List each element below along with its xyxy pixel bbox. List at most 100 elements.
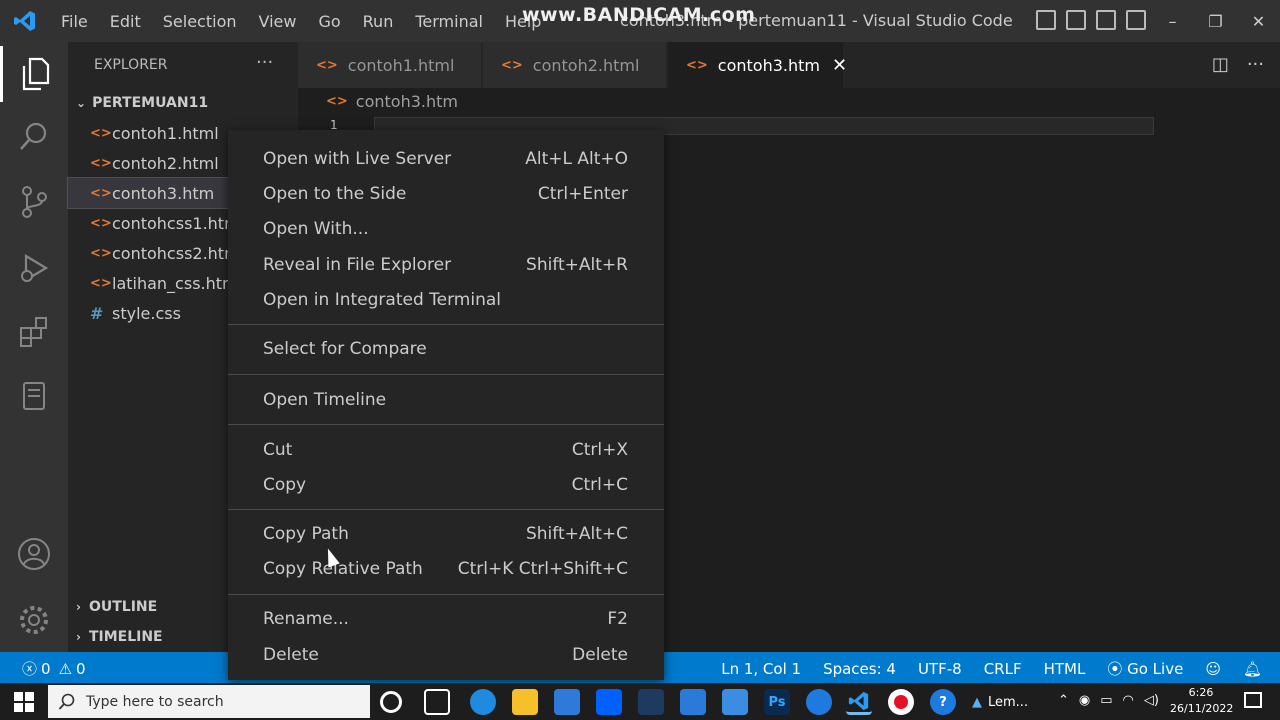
html-file-icon: <> <box>686 57 708 73</box>
menu-selection[interactable]: Selection <box>152 12 248 31</box>
timeline-section[interactable]: › TIMELINE <box>76 622 163 652</box>
photoshop-icon[interactable]: Ps <box>764 689 790 715</box>
menu-delete[interactable]: Delete Delete <box>228 637 664 672</box>
volume-icon[interactable]: ◁) <box>1144 693 1159 708</box>
help-icon[interactable]: ? <box>930 689 956 715</box>
file-label: contoh2.html <box>112 153 219 173</box>
restore-button[interactable]: ❐ <box>1194 0 1237 42</box>
breadcrumb[interactable]: <> contoh3.htm <box>326 92 458 111</box>
battery-icon[interactable]: ▭ <box>1100 693 1112 708</box>
menu-terminal[interactable]: Terminal <box>404 12 494 31</box>
menu-open-terminal[interactable]: Open in Integrated Terminal <box>228 282 664 317</box>
language-mode[interactable]: HTML <box>1044 660 1086 678</box>
bandicam-record-icon[interactable] <box>888 689 914 715</box>
menu-edit[interactable]: Edit <box>99 12 152 31</box>
html-file-icon: <> <box>316 57 338 73</box>
end-of-line[interactable]: CRLF <box>984 660 1022 678</box>
menu-select-compare[interactable]: Select for Compare <box>228 331 664 366</box>
bell-icon[interactable]: 🔔︎ <box>1243 660 1262 678</box>
menu-copy-path[interactable]: Copy Path Shift+Alt+C <box>228 516 664 551</box>
menu-open-timeline[interactable]: Open Timeline <box>228 382 664 417</box>
app-icon[interactable] <box>638 689 664 715</box>
menu-separator <box>228 324 664 325</box>
menu-item-label: Copy Relative Path <box>263 558 423 579</box>
accounts-icon[interactable] <box>0 526 68 582</box>
file-label: contoh1.html <box>112 123 219 143</box>
folder-label: PERTEMUAN11 <box>92 95 209 111</box>
tab-contoh2[interactable]: <> contoh2.html <box>483 42 667 88</box>
chevron-right-icon: › <box>76 630 81 644</box>
taskbar-search[interactable]: Type here to search <box>48 685 370 718</box>
split-editor-icon[interactable]: ◫ <box>1212 54 1229 75</box>
lem-app-label: Lem... <box>988 694 1029 710</box>
menu-open-with[interactable]: Open With... <box>228 211 664 246</box>
app-icon[interactable] <box>806 689 832 715</box>
app-icon[interactable] <box>722 689 748 715</box>
menu-rename[interactable]: Rename... F2 <box>228 601 664 636</box>
tab-label: contoh2.html <box>532 55 640 75</box>
customize-layout-icon[interactable] <box>1126 10 1146 30</box>
feedback-icon[interactable]: ☺ <box>1205 660 1221 678</box>
source-control-icon[interactable] <box>0 174 68 230</box>
close-tab-icon[interactable]: ✕ <box>832 55 847 76</box>
activity-bar <box>0 42 68 652</box>
menu-item-label: Cut <box>263 439 293 460</box>
dropbox-icon[interactable] <box>596 689 622 715</box>
more-actions-icon[interactable]: ··· <box>256 52 273 73</box>
encoding[interactable]: UTF-8 <box>918 660 962 678</box>
folder-pertemuan11[interactable]: ⌄ PERTEMUAN11 <box>68 88 298 118</box>
cursor-position[interactable]: Ln 1, Col 1 <box>721 660 801 678</box>
menu-copy-relative-path[interactable]: Copy Relative Path Ctrl+K Ctrl+Shift+C <box>228 551 664 586</box>
file-label: contohcss1.html <box>112 213 245 233</box>
search-icon[interactable] <box>0 108 68 164</box>
taskbar-clock[interactable]: 6:26 26/11/2022 <box>1170 685 1233 717</box>
chevron-up-icon[interactable]: ⌃ <box>1058 693 1069 708</box>
html-file-icon: <> <box>90 125 112 141</box>
notification-icon[interactable] <box>1244 692 1262 708</box>
menu-run[interactable]: Run <box>352 12 405 31</box>
menu-view[interactable]: View <box>248 12 308 31</box>
mail-icon[interactable] <box>680 689 706 715</box>
vscode-taskbar-icon[interactable] <box>846 689 872 715</box>
indentation[interactable]: Spaces: 4 <box>823 660 896 678</box>
lem-app-button[interactable]: ▲ Lem... <box>972 689 1046 715</box>
network-icon[interactable]: ◉ <box>1079 693 1090 708</box>
file-explorer-icon[interactable] <box>512 689 538 715</box>
minimize-button[interactable]: – <box>1151 0 1194 42</box>
explorer-icon[interactable] <box>0 46 68 102</box>
edge-icon[interactable] <box>470 689 496 715</box>
run-debug-icon[interactable] <box>0 240 68 296</box>
menu-item-label: Open Timeline <box>263 389 387 410</box>
menu-copy[interactable]: Copy Ctrl+C <box>228 467 664 502</box>
go-live-button[interactable]: ⦿ Go Live <box>1107 658 1183 679</box>
menu-reveal-explorer[interactable]: Reveal in File Explorer Shift+Alt+R <box>228 247 664 282</box>
menu-open-live-server[interactable]: Open with Live Server Alt+L Alt+O <box>228 141 664 176</box>
toggle-secondary-sidebar-icon[interactable] <box>1096 10 1116 30</box>
windows-start-icon[interactable] <box>14 692 34 712</box>
store-icon[interactable] <box>554 689 580 715</box>
toggle-panel-icon[interactable] <box>1066 10 1086 30</box>
close-window-button[interactable]: ✕ <box>1237 0 1280 42</box>
tab-contoh3[interactable]: <> contoh3.htm ✕ <box>668 42 847 88</box>
menu-item-label: Open With... <box>263 218 369 239</box>
extensions-icon[interactable] <box>0 304 68 360</box>
task-view-icon[interactable] <box>424 689 450 715</box>
cortana-icon[interactable] <box>380 691 402 713</box>
menu-item-label: Select for Compare <box>263 338 427 359</box>
menu-open-to-side[interactable]: Open to the Side Ctrl+Enter <box>228 176 664 211</box>
outline-section[interactable]: › OUTLINE <box>76 592 157 622</box>
wifi-icon[interactable]: ◠ <box>1123 693 1134 708</box>
html-file-icon: <> <box>501 57 523 73</box>
toggle-sidebar-icon[interactable] <box>1036 10 1056 30</box>
problems-indicator[interactable]: ⓧ 0 ⚠ 0 <box>22 658 86 679</box>
menu-cut[interactable]: Cut Ctrl+X <box>228 432 664 467</box>
menu-item-shortcut: Ctrl+C <box>571 474 628 495</box>
remote-explorer-icon[interactable] <box>0 368 68 424</box>
explorer-title: EXPLORER <box>94 57 168 73</box>
menu-file[interactable]: File <box>50 12 99 31</box>
menu-go[interactable]: Go <box>307 12 351 31</box>
more-actions-icon[interactable]: ··· <box>1247 54 1264 75</box>
gear-icon[interactable] <box>0 592 68 648</box>
menu-item-label: Open in Integrated Terminal <box>263 289 501 310</box>
tab-contoh1[interactable]: <> contoh1.html <box>298 42 482 88</box>
